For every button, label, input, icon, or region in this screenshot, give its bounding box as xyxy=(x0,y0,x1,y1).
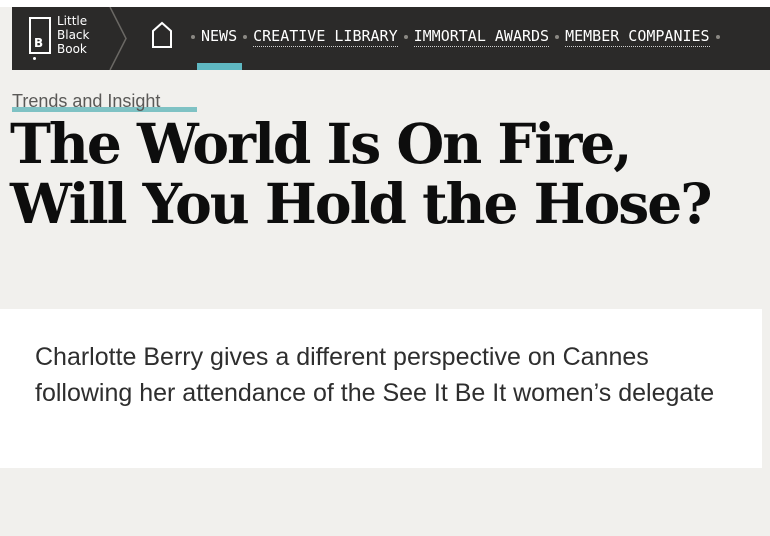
logo-wordmark: Little Black Book xyxy=(57,14,89,56)
article-category-link[interactable]: Trends and Insight xyxy=(12,89,160,113)
article-summary: Charlotte Berry gives a different perspe… xyxy=(35,343,715,407)
nav-item-news[interactable]: NEWS xyxy=(201,27,237,46)
nav-separator xyxy=(191,34,195,39)
logo-dot xyxy=(33,57,36,60)
page: B Little Black Book NEWS CREATIVE LIBRAR… xyxy=(0,0,770,536)
nav-separator xyxy=(243,34,248,39)
site-logo[interactable]: B Little Black Book xyxy=(12,7,127,70)
logo-line: Black xyxy=(57,28,90,42)
logo-mark-letter: B xyxy=(34,36,44,50)
nav-separator xyxy=(715,34,720,39)
logo-line: Little xyxy=(57,14,88,28)
nav-items: NEWS CREATIVE LIBRARY IMMORTAL AWARDS ME… xyxy=(185,7,726,70)
logo-line: Book xyxy=(57,42,87,56)
home-icon[interactable] xyxy=(151,21,173,49)
nav-item-member-companies[interactable]: MEMBER COMPANIES xyxy=(565,27,710,47)
nav-separator xyxy=(403,34,408,39)
main-navbar: B Little Black Book NEWS CREATIVE LIBRAR… xyxy=(12,7,770,70)
nav-item-creative-library[interactable]: CREATIVE LIBRARY xyxy=(253,27,398,47)
nav-active-indicator xyxy=(197,63,242,70)
nav-item-immortal-awards[interactable]: IMMORTAL AWARDS xyxy=(413,27,550,47)
top-strip xyxy=(0,0,770,7)
article-headline: The World Is On Fire, Will You Hold the … xyxy=(10,111,712,236)
nav-notch xyxy=(251,0,267,7)
nav-separator xyxy=(555,34,560,39)
